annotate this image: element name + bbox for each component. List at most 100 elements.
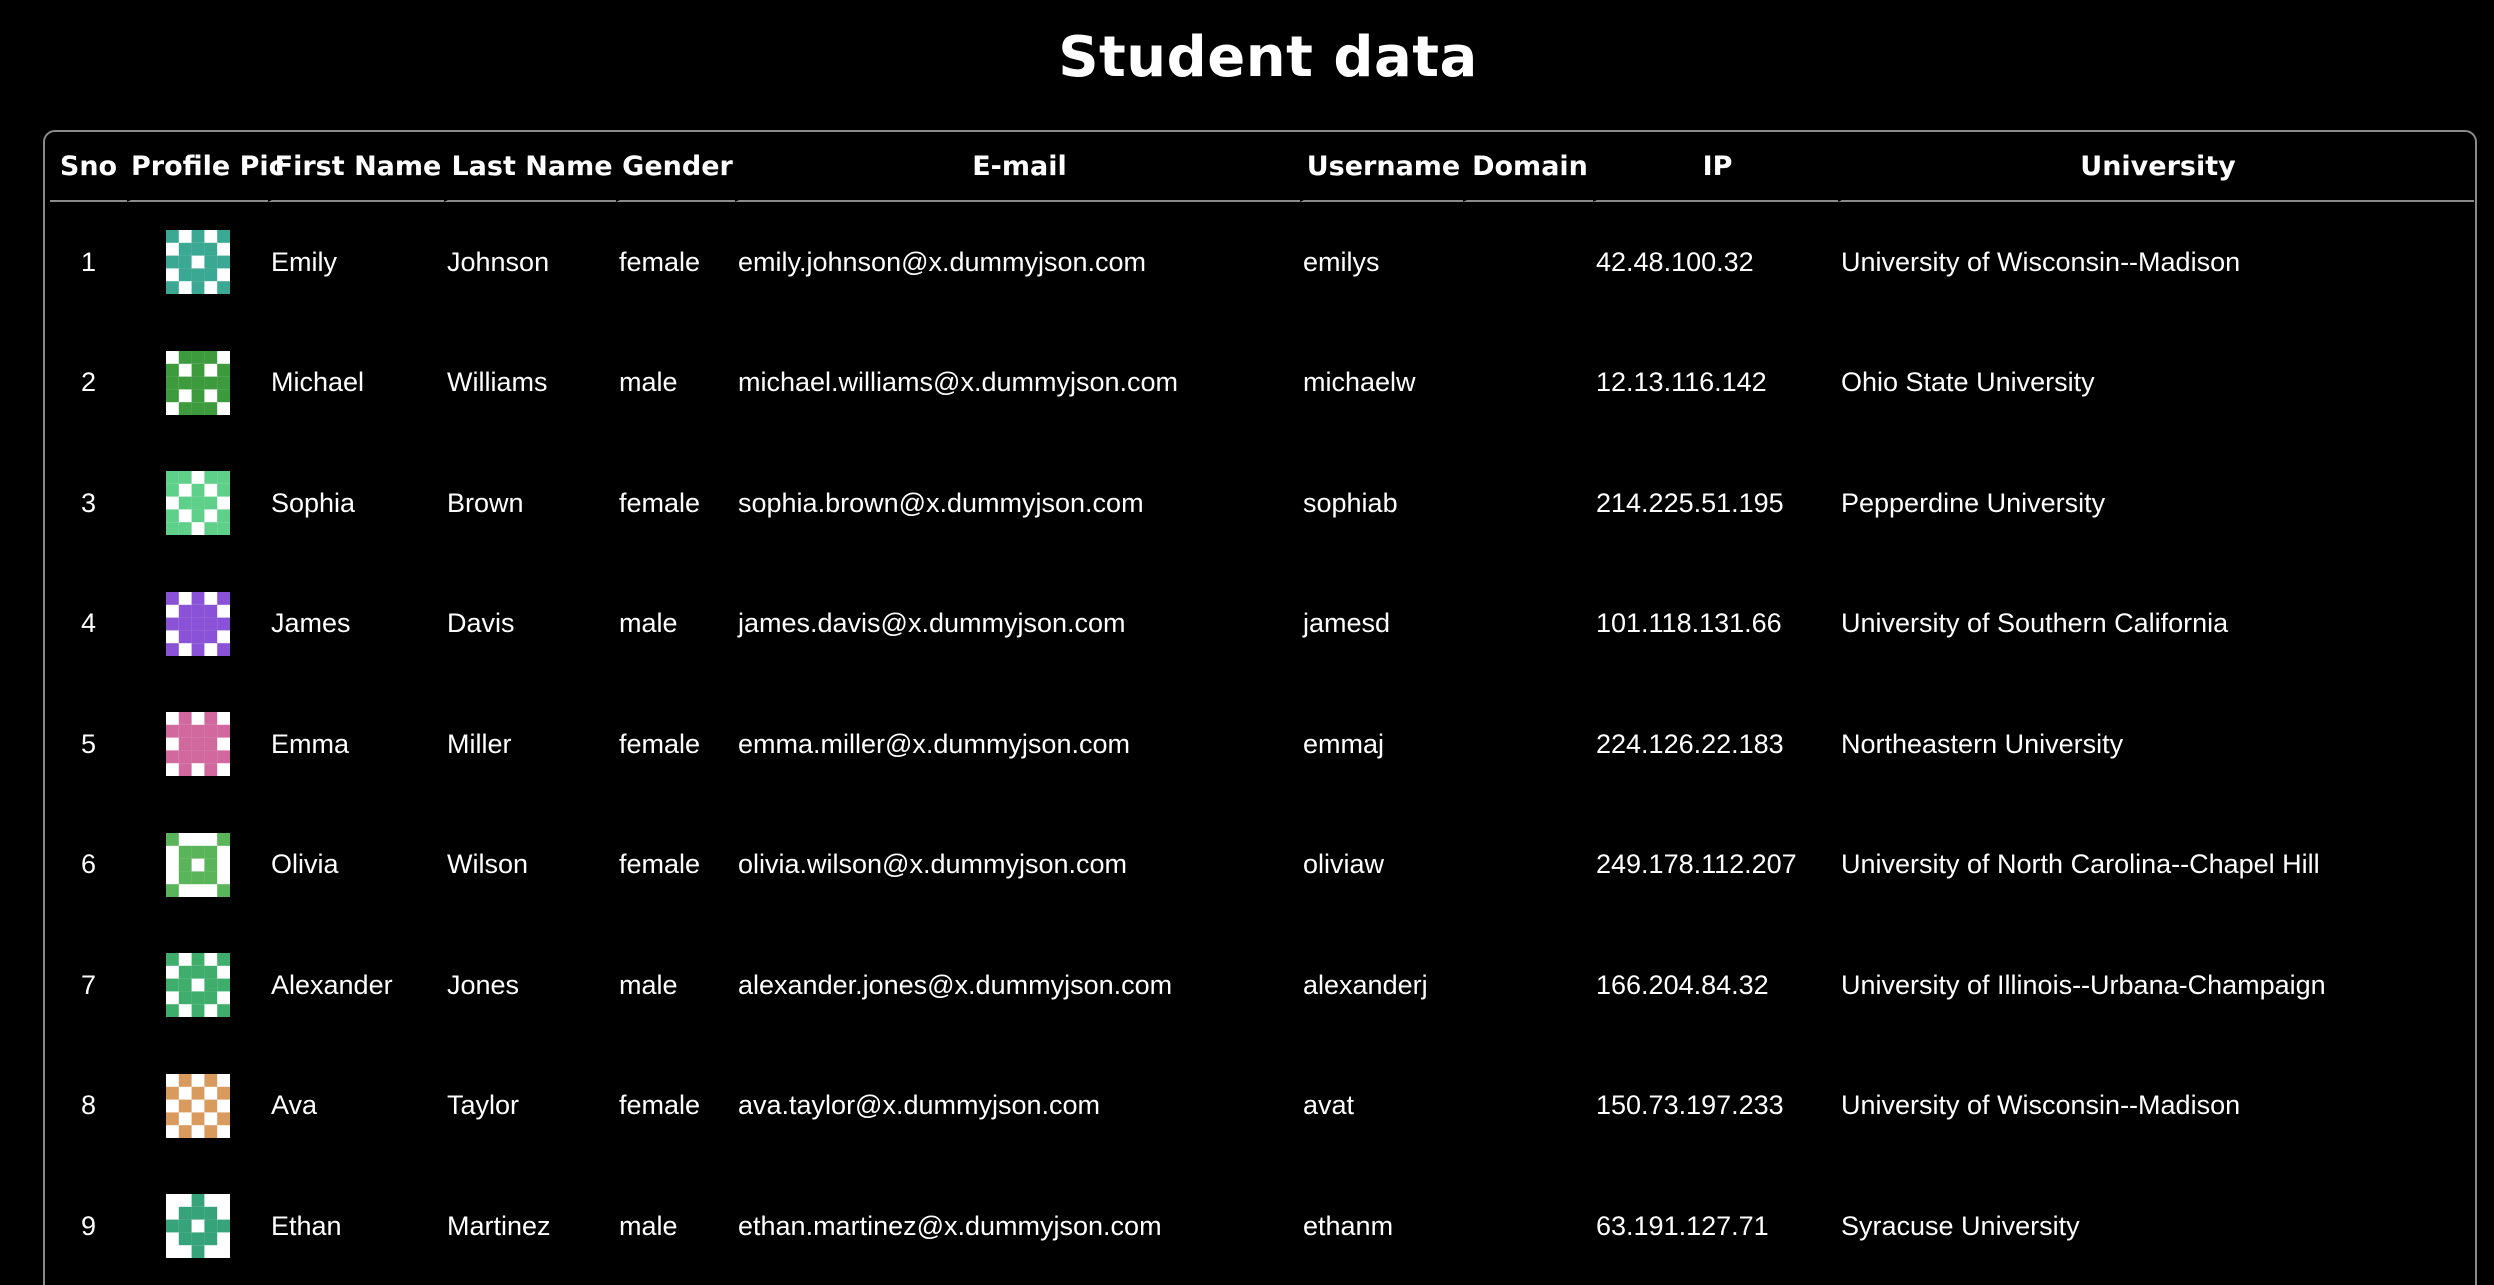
table-row: 7 Alexander Jones male alexander.jones@x.dum… — [50, 925, 2474, 1046]
cell-domain — [1463, 323, 1593, 444]
cell-last-name: Wilson — [447, 849, 529, 880]
cell-university: Syracuse University — [1841, 1210, 2080, 1241]
cell-domain — [1463, 925, 1593, 1046]
cell-email: sophia.brown@x.dummyjson.com — [738, 487, 1144, 518]
cell-ip: 63.191.127.71 — [1596, 1210, 1769, 1241]
identicon-avatar-icon — [165, 230, 230, 295]
cell-sno: 5 — [80, 728, 97, 759]
cell-profile-pic — [127, 443, 268, 564]
table-row: 6 Olivia Wilson female olivia.wilson@x.dummy… — [50, 805, 2474, 926]
cell-first-name: Olivia — [271, 849, 339, 880]
header-email: E-mail — [735, 132, 1300, 202]
cell-gender: male — [619, 969, 678, 1000]
header-sno: Sno — [50, 132, 127, 202]
table-row: 3 Sophia Brown female sophia.brown@x.dummyjs… — [50, 443, 2474, 564]
cell-gender: female — [619, 728, 701, 759]
student-table-container: Sno Profile Pic First Name Last Name Gen… — [43, 130, 2477, 1285]
header-username: Username — [1300, 132, 1463, 202]
cell-gender: female — [619, 246, 701, 277]
cell-first-name: Michael — [271, 367, 365, 398]
cell-username: oliviaw — [1303, 849, 1385, 880]
cell-domain — [1463, 1046, 1593, 1167]
cell-ip: 214.225.51.195 — [1596, 487, 1784, 518]
cell-ip: 150.73.197.233 — [1596, 1090, 1784, 1121]
cell-domain — [1463, 1166, 1593, 1285]
header-domain: Domain — [1463, 132, 1593, 202]
avatar — [165, 832, 230, 897]
cell-first-name: Emily — [271, 246, 337, 277]
cell-ip: 166.204.84.32 — [1596, 969, 1769, 1000]
identicon-avatar-icon — [165, 591, 230, 656]
cell-domain — [1463, 564, 1593, 685]
identicon-avatar-icon — [165, 471, 230, 536]
cell-university: Northeastern University — [1841, 728, 2124, 759]
cell-username: michaelw — [1303, 367, 1416, 398]
cell-last-name: Martinez — [447, 1210, 551, 1241]
cell-profile-pic — [127, 1166, 268, 1285]
page: Student data Sno Profile Pic First Name … — [0, 0, 2494, 1285]
cell-ip: 42.48.100.32 — [1596, 246, 1754, 277]
cell-email: james.davis@x.dummyjson.com — [738, 608, 1126, 639]
cell-first-name: Ethan — [271, 1210, 342, 1241]
table-row: 8 Ava Taylor female ava.taylor@x.dummyjson.c… — [50, 1046, 2474, 1167]
cell-profile-pic — [127, 684, 268, 805]
header-gender: Gender — [616, 132, 735, 202]
avatar — [165, 591, 230, 656]
cell-email: alexander.jones@x.dummyjson.com — [738, 969, 1173, 1000]
cell-username: jamesd — [1303, 608, 1391, 639]
cell-gender: female — [619, 487, 701, 518]
cell-gender: male — [619, 1210, 678, 1241]
cell-sno: 7 — [80, 969, 97, 1000]
cell-ip: 249.178.112.207 — [1596, 849, 1797, 880]
cell-gender: female — [619, 1090, 701, 1121]
cell-domain — [1463, 443, 1593, 564]
identicon-avatar-icon — [165, 1194, 230, 1259]
cell-university: University of Southern California — [1841, 608, 2229, 639]
cell-gender: female — [619, 849, 701, 880]
cell-university: University of North Carolina--Chapel Hil… — [1841, 849, 2320, 880]
cell-university: University of Wisconsin--Madison — [1841, 1090, 2241, 1121]
table-row: 5 Emma Miller female emma.miller@x.dummyjson… — [50, 684, 2474, 805]
table-body: 1 Emily Johnson female emily.johnson@x.dummy… — [50, 202, 2474, 1285]
cell-university: Ohio State University — [1841, 367, 2095, 398]
cell-university: University of Wisconsin--Madison — [1841, 246, 2241, 277]
cell-gender: male — [619, 608, 678, 639]
cell-university: University of Illinois--Urbana-Champaign — [1841, 969, 2326, 1000]
cell-ip: 101.118.131.66 — [1596, 608, 1782, 639]
avatar — [165, 712, 230, 777]
cell-email: emily.johnson@x.dummyjson.com — [738, 246, 1147, 277]
cell-last-name: Jones — [447, 969, 520, 1000]
cell-first-name: Ava — [271, 1090, 318, 1121]
avatar — [165, 350, 230, 415]
cell-username: emilys — [1303, 246, 1380, 277]
cell-ip: 224.126.22.183 — [1596, 728, 1784, 759]
cell-username: sophiab — [1303, 487, 1398, 518]
identicon-avatar-icon — [165, 350, 230, 415]
table-row: 2 Michael Williams male michael.williams@x.d… — [50, 323, 2474, 444]
avatar — [165, 471, 230, 536]
cell-sno: 6 — [80, 849, 97, 880]
cell-sno: 2 — [80, 367, 97, 398]
cell-profile-pic — [127, 805, 268, 926]
table-row: 9 Ethan Martinez male ethan.martinez@x.dummy… — [50, 1166, 2474, 1285]
header-ip: IP — [1593, 132, 1838, 202]
cell-email: ava.taylor@x.dummyjson.com — [738, 1090, 1101, 1121]
cell-email: michael.williams@x.dummyjson.com — [738, 367, 1179, 398]
header-first-name: First Name — [268, 132, 444, 202]
cell-domain — [1463, 202, 1593, 323]
cell-profile-pic — [127, 925, 268, 1046]
cell-username: avat — [1303, 1090, 1355, 1121]
cell-email: emma.miller@x.dummyjson.com — [738, 728, 1130, 759]
cell-sno: 1 — [80, 246, 97, 277]
header-university: University — [1838, 132, 2474, 202]
cell-profile-pic — [127, 323, 268, 444]
cell-first-name: Alexander — [271, 969, 393, 1000]
avatar — [165, 953, 230, 1018]
header-profile-pic: Profile Pic — [127, 132, 285, 202]
cell-email: ethan.martinez@x.dummyjson.com — [738, 1210, 1162, 1241]
cell-ip: 12.13.116.142 — [1596, 367, 1767, 398]
student-table: Sno Profile Pic First Name Last Name Gen… — [50, 132, 2474, 1285]
identicon-avatar-icon — [165, 953, 230, 1018]
cell-domain — [1463, 805, 1593, 926]
cell-domain — [1463, 684, 1593, 805]
